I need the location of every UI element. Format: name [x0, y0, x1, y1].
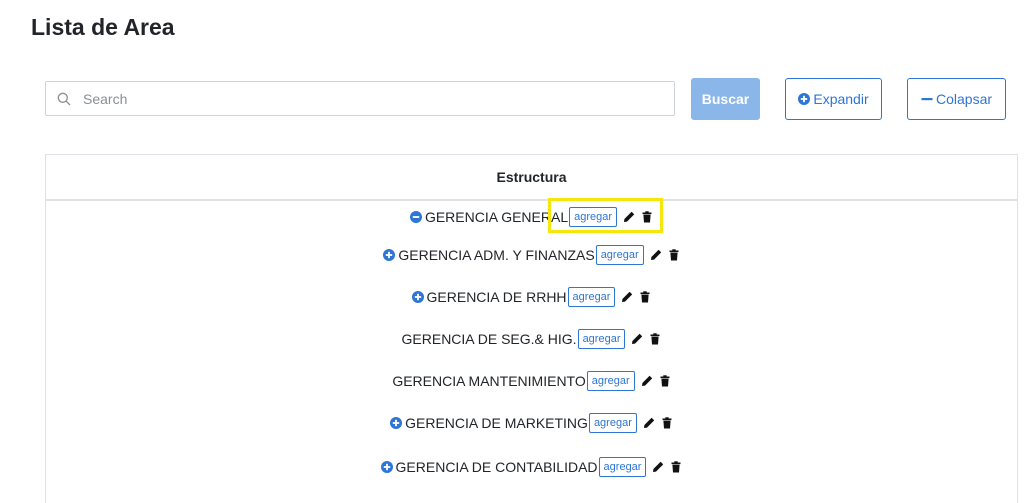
- tree-row-label: GERENCIA DE CONTABILIDAD: [395, 459, 598, 475]
- pencil-icon[interactable]: [623, 211, 635, 223]
- colapsar-button-label: Colapsar: [935, 91, 993, 107]
- agregar-button[interactable]: agregar: [569, 207, 618, 227]
- tree-row: GERENCIA DE SEG.& HIG. agregar: [46, 327, 1017, 351]
- tree-panel: Estructura GERENCIA GENERAL agregar GERE…: [45, 154, 1018, 503]
- pencil-icon[interactable]: [631, 333, 643, 345]
- buscar-button[interactable]: Buscar: [691, 78, 760, 120]
- page-title: Lista de Area: [31, 14, 175, 40]
- trash-icon[interactable]: [668, 249, 680, 261]
- tree-row-label: GERENCIA DE RRHH: [426, 289, 567, 305]
- tree-row-label: GERENCIA GENERAL: [424, 209, 569, 225]
- agregar-button[interactable]: agregar: [588, 413, 637, 433]
- pencil-icon[interactable]: [652, 461, 664, 473]
- tree-row: GERENCIA ADM. Y FINANZAS agregar: [46, 243, 1017, 267]
- tree-row: GERENCIA DE MARKETING agregar: [46, 411, 1017, 435]
- expand-node-icon[interactable]: [380, 461, 393, 473]
- agregar-button[interactable]: agregar: [586, 371, 635, 391]
- trash-icon[interactable]: [659, 375, 671, 387]
- tree-row-label: GERENCIA DE SEG.& HIG.: [401, 331, 577, 347]
- colapsar-button[interactable]: Colapsar: [907, 78, 1006, 120]
- agregar-button[interactable]: agregar: [577, 329, 626, 349]
- tree-row: GERENCIA DE RRHH agregar: [46, 285, 1017, 309]
- plus-circle-icon: [798, 93, 811, 105]
- trash-icon[interactable]: [661, 417, 673, 429]
- search-icon: [57, 92, 71, 106]
- tree-row-label: GERENCIA MANTENIMIENTO: [392, 373, 586, 389]
- tree-row: GERENCIA MANTENIMIENTO agregar: [46, 369, 1017, 393]
- pencil-icon[interactable]: [650, 249, 662, 261]
- tree-row-label: GERENCIA ADM. Y FINANZAS: [398, 247, 595, 263]
- buscar-button-label: Buscar: [701, 91, 750, 107]
- search-input[interactable]: [81, 89, 645, 108]
- tree-row-label: GERENCIA DE MARKETING: [405, 415, 588, 431]
- trash-icon[interactable]: [641, 211, 653, 223]
- tree-header-label: Estructura: [496, 169, 567, 185]
- search-box[interactable]: [45, 81, 675, 116]
- collapse-node-icon[interactable]: [409, 211, 422, 223]
- agregar-button[interactable]: agregar: [567, 287, 616, 307]
- trash-icon[interactable]: [670, 461, 682, 473]
- pencil-icon[interactable]: [621, 291, 633, 303]
- pencil-icon[interactable]: [643, 417, 655, 429]
- trash-icon[interactable]: [649, 333, 661, 345]
- agregar-button[interactable]: agregar: [598, 457, 647, 477]
- minus-icon: [921, 93, 933, 105]
- expandir-button[interactable]: Expandir: [785, 78, 882, 120]
- tree-row: GERENCIA GENERAL agregar: [46, 205, 1017, 229]
- expand-node-icon[interactable]: [411, 291, 424, 303]
- agregar-button[interactable]: agregar: [595, 245, 644, 265]
- pencil-icon[interactable]: [641, 375, 653, 387]
- tree-header: Estructura: [46, 155, 1017, 201]
- tree-row: GERENCIA DE CONTABILIDAD agregar: [46, 455, 1017, 479]
- page: Lista de Area Buscar Expandir Co: [0, 0, 1034, 503]
- trash-icon[interactable]: [639, 291, 651, 303]
- expandir-button-label: Expandir: [813, 91, 869, 107]
- expand-node-icon[interactable]: [390, 417, 403, 429]
- expand-node-icon[interactable]: [383, 249, 396, 261]
